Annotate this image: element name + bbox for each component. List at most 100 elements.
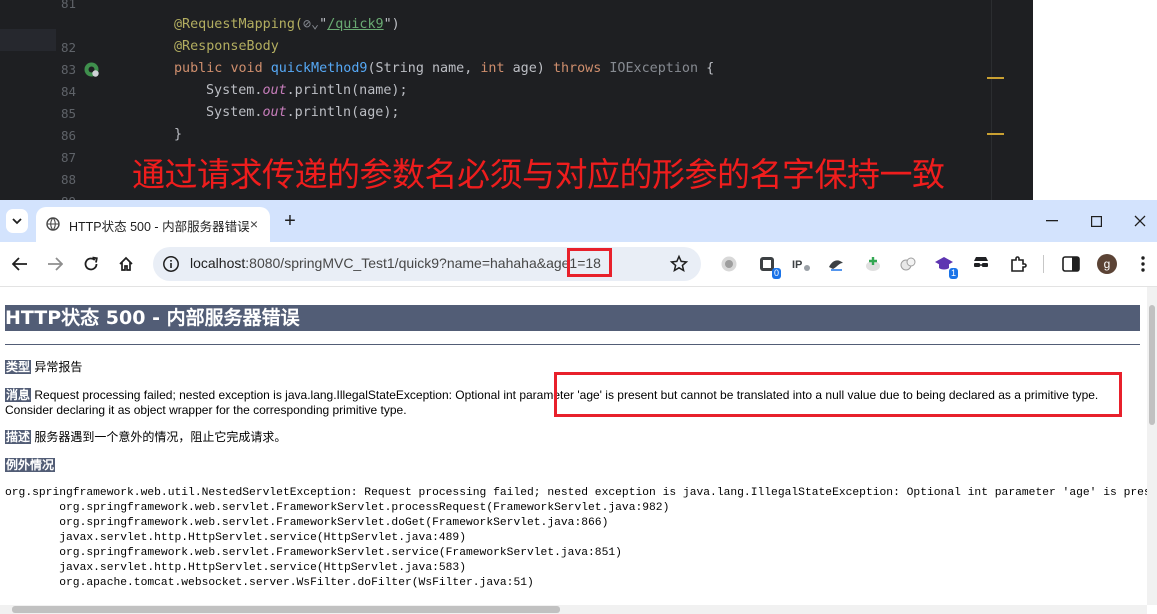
annotation-text: @ResponseBody [174,39,279,54]
type-value: 异常报告 [34,360,83,374]
browser-window: HTTP状态 500 - 内部服务器错误 × + localhost:8080/… [0,200,1157,614]
forward-arrow-icon[interactable] [43,252,67,276]
warning-marker[interactable] [987,77,1004,79]
description-text: 服务器遇到一个意外的情况，阻止它完成请求。 [34,430,287,444]
extension-badge-count: 1 [948,268,958,279]
close-window-icon[interactable] [1118,200,1157,242]
toolbar-divider [1043,255,1044,273]
new-tab-button[interactable]: + [279,210,301,232]
page-title: HTTP状态 500 - 内部服务器错误 [5,305,1140,331]
line-number: 81 [60,0,76,11]
tab-strip: HTTP状态 500 - 内部服务器错误 × + [0,200,1157,242]
line-number: 88 [60,172,76,187]
ide-error-stripe[interactable] [991,0,1033,200]
code-line-83: public void quickMethod9(String name, in… [174,58,714,80]
svg-text:IP: IP [792,259,802,271]
line-number: 86 [60,128,76,143]
menu-dots-icon[interactable] [1133,254,1153,274]
bookmark-star-icon[interactable] [669,254,689,274]
static-field: out [262,105,287,120]
quote: ") [383,17,400,32]
params: (String name, [367,61,481,76]
globe-icon [46,217,60,231]
back-arrow-icon[interactable] [8,252,32,276]
method-name: quickMethod9 [270,61,368,76]
code-text: } [174,127,183,142]
highlight-box-url-param [567,248,612,277]
line-number: 87 [60,150,76,165]
side-panel-icon[interactable] [1061,254,1081,274]
puzzle-icon[interactable] [1008,254,1028,274]
code-line-84: System.out.println(name); [206,80,408,102]
message-label: 消息 [5,388,32,402]
exception-label: 例外情况 [5,458,56,472]
minimize-icon[interactable] [1030,200,1074,242]
run-endpoint-icon[interactable] [83,61,100,78]
bird-icon[interactable] [826,254,846,274]
keyword: public [174,61,223,76]
exception-row: 例外情况 [5,458,56,473]
code-text: System. [206,105,263,120]
line-number: 83 [60,62,76,77]
extension-badge-icon[interactable]: 0 [757,254,781,279]
keyword: int [480,61,505,76]
tab-title: HTTP状态 500 - 内部服务器错误 [69,220,250,234]
puzzle-cloud-icon[interactable] [898,254,918,274]
line-number: 82 [60,40,76,55]
profile-avatar[interactable]: g [1097,254,1117,274]
record-icon[interactable] [719,254,739,274]
description-label: 描述 [5,430,32,444]
scrollbar-thumb[interactable] [12,606,560,613]
divider [5,344,1140,345]
exception-type: IOException [609,61,699,76]
background-panel [1033,0,1157,200]
code-line-85: System.out.println(age); [206,102,400,124]
type-label: 类型 [5,360,32,374]
message-row-cont: Consider declaring it as object wrapper … [5,403,407,417]
site-info-icon[interactable] [162,255,180,273]
tab-search-button[interactable] [6,209,28,233]
ip-icon[interactable]: IP [791,254,811,274]
plus-cloud-icon[interactable] [863,254,883,274]
highlight-box-error-message [554,372,1122,417]
maximize-icon[interactable] [1074,200,1118,242]
close-tab-icon[interactable]: × [245,215,263,233]
line-number: 84 [60,84,76,99]
code-text: .println(age); [286,105,400,120]
address-bar[interactable]: localhost:8080/springMVC_Test1/quick9?na… [153,247,701,281]
url-path: :8080/springMVC_Test1/quick9?name=hahaha… [245,255,601,271]
horizontal-scrollbar[interactable] [0,605,1147,614]
static-field: out [262,83,287,98]
home-icon[interactable] [114,252,138,276]
graduation-cap-icon[interactable]: 1 [934,254,958,279]
spy-icon[interactable] [971,254,991,274]
code-text: System. [206,83,263,98]
active-tab[interactable]: HTTP状态 500 - 内部服务器错误 × [36,207,270,242]
url-host: localhost [190,255,246,271]
extension-badge-count: 0 [771,268,781,279]
line-number: 89 [0,191,76,200]
url-text[interactable]: localhost:8080/springMVC_Test1/quick9?na… [190,255,601,271]
stack-trace: org.springframework.web.util.NestedServl… [5,487,1147,589]
url-mapping-chip[interactable]: ⊘⌄ [303,17,319,32]
type-row: 类型 异常报告 [5,360,82,375]
reload-icon[interactable] [79,252,103,276]
mapping-path-link[interactable]: /quick9 [327,17,383,32]
line-number: 85 [60,106,76,121]
ide-editor-window: 81 82 83 84 85 86 87 88 89 @RequestMappi… [0,0,1033,200]
warning-marker[interactable] [987,133,1004,135]
annotation-note: 通过请求传递的参数名必须与对应的形参的名字保持一致 [132,155,945,194]
annotation-text: @RequestMapping( [174,17,303,32]
scrollbar-thumb[interactable] [1149,305,1155,425]
code-line-82: @ResponseBody [174,36,279,58]
code-text: .println(name); [286,83,408,98]
description-row: 描述 服务器遇到一个意外的情况，阻止它完成请求。 [5,430,286,445]
vertical-scrollbar[interactable] [1147,287,1157,605]
keyword: void [230,61,263,76]
keyword: throws [552,61,602,76]
chevron-down-icon [12,217,22,224]
code-line-81: @RequestMapping(⊘⌄"/quick9") [174,14,400,36]
code-line-86: } [174,124,182,146]
params: age) [504,61,553,76]
quote: " [319,17,328,32]
